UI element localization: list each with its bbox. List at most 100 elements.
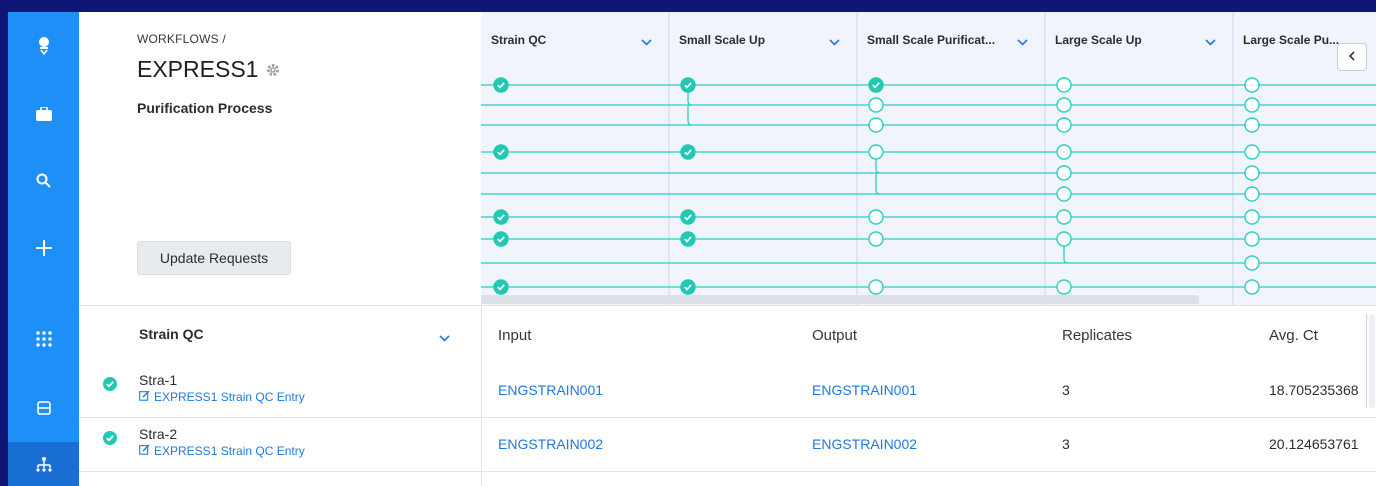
stage-header-2[interactable]: Small Scale Up: [679, 12, 857, 68]
pending-node[interactable]: [1056, 144, 1072, 160]
workflow-title-text: EXPRESS1: [137, 56, 259, 82]
results-table: Input Output Replicates Avg. Ct ENGSTRAI…: [481, 306, 1376, 486]
column-header-avg-ct[interactable]: Avg. Ct: [1269, 327, 1318, 344]
pending-node[interactable]: [1244, 279, 1260, 295]
chevron-down-icon: [1017, 35, 1028, 49]
pending-node[interactable]: [868, 279, 884, 295]
sidebar-item-home[interactable]: [8, 24, 79, 68]
strain-row[interactable]: Stra-2 EXPRESS1 Strain QC Entry: [79, 418, 481, 472]
pending-node[interactable]: [1056, 165, 1072, 181]
edit-icon: [139, 390, 150, 404]
output-cell[interactable]: ENGSTRAIN002: [812, 436, 917, 452]
completed-node[interactable]: [493, 231, 509, 247]
input-cell[interactable]: ENGSTRAIN002: [498, 436, 603, 452]
check-circle-icon: [103, 377, 117, 396]
sidebar-item-create[interactable]: [8, 226, 79, 270]
pending-node[interactable]: [1056, 97, 1072, 113]
pending-node[interactable]: [1056, 231, 1072, 247]
sidebar-item-search[interactable]: [8, 158, 79, 202]
workflow-branch-connector: [687, 105, 693, 126]
briefcase-icon: [35, 107, 52, 121]
sidebar-item-projects[interactable]: [8, 92, 79, 136]
workflow-subtitle: Purification Process: [137, 100, 273, 116]
table-row[interactable]: ENGSTRAIN002 ENGSTRAIN002 3 20.124653761: [482, 418, 1376, 472]
pending-node[interactable]: [868, 117, 884, 133]
pending-node[interactable]: [868, 97, 884, 113]
completed-node[interactable]: [493, 209, 509, 225]
replicates-cell: 3: [1062, 436, 1070, 452]
apps-grid-icon: [35, 331, 52, 347]
pending-node[interactable]: [1244, 209, 1260, 225]
stage-panel: Strain QC Stra-1 EXPRESS1 Strain QC Entr…: [79, 306, 481, 486]
pending-node[interactable]: [1056, 279, 1072, 295]
pending-node[interactable]: [1244, 255, 1260, 271]
graph-horizontal-scrollbar[interactable]: [481, 295, 1199, 304]
completed-node[interactable]: [493, 144, 509, 160]
pending-node[interactable]: [1056, 209, 1072, 225]
pending-node[interactable]: [1244, 117, 1260, 133]
workflow-tree-icon: [35, 456, 52, 472]
completed-node[interactable]: [680, 209, 696, 225]
pending-node[interactable]: [868, 231, 884, 247]
stage-header-3[interactable]: Small Scale Purificat...: [867, 12, 1045, 68]
column-header-replicates[interactable]: Replicates: [1062, 327, 1132, 344]
pending-node[interactable]: [868, 209, 884, 225]
collapse-graph-button[interactable]: [1337, 43, 1367, 71]
plus-icon: [35, 240, 52, 256]
stage-header-1[interactable]: Strain QC: [491, 12, 669, 68]
completed-node[interactable]: [680, 144, 696, 160]
gear-icon[interactable]: [266, 63, 280, 77]
output-cell[interactable]: ENGSTRAIN001: [812, 382, 917, 398]
input-cell[interactable]: ENGSTRAIN001: [498, 382, 603, 398]
pending-node[interactable]: [1244, 97, 1260, 113]
pending-node[interactable]: [1056, 77, 1072, 93]
pending-node[interactable]: [1056, 117, 1072, 133]
scrollbar-thumb[interactable]: [1369, 314, 1375, 408]
stage-header-label: Strain QC: [491, 33, 547, 47]
pending-node[interactable]: [868, 144, 884, 160]
pending-node[interactable]: [1244, 186, 1260, 202]
edit-icon: [139, 444, 150, 458]
strain-entry-link[interactable]: EXPRESS1 Strain QC Entry: [139, 444, 305, 458]
completed-node[interactable]: [493, 279, 509, 295]
pending-node[interactable]: [1244, 77, 1260, 93]
sidebar-item-inventory[interactable]: [8, 386, 79, 430]
completed-node[interactable]: [493, 77, 509, 93]
breadcrumb[interactable]: WORKFLOWS /: [137, 32, 226, 46]
replicates-cell: 3: [1062, 382, 1070, 398]
stage-header-label: Large Scale Pu...: [1243, 33, 1340, 47]
column-header-output[interactable]: Output: [812, 327, 857, 344]
robot-icon: [36, 36, 52, 56]
completed-node[interactable]: [680, 279, 696, 295]
chevron-left-icon: [1348, 48, 1356, 66]
chevron-down-icon: [641, 35, 652, 49]
sidebar: [8, 12, 79, 486]
table-vertical-scrollbar[interactable]: [1366, 314, 1376, 408]
stage-header-label: Large Scale Up: [1055, 33, 1142, 47]
chevron-down-icon[interactable]: [439, 329, 450, 347]
strain-name: Stra-2: [139, 426, 178, 442]
workflow-app: WORKFLOWS / EXPRESS1 Purification Proces…: [79, 12, 1376, 486]
pending-node[interactable]: [1244, 144, 1260, 160]
strain-name: Stra-1: [139, 372, 178, 388]
sidebar-item-workflows[interactable]: [8, 442, 79, 486]
completed-node[interactable]: [680, 77, 696, 93]
stage-header-label: Small Scale Up: [679, 33, 766, 47]
completed-node[interactable]: [680, 231, 696, 247]
sidebar-item-apps[interactable]: [8, 317, 79, 361]
strain-row[interactable]: Stra-1 EXPRESS1 Strain QC Entry: [79, 364, 481, 418]
strain-entry-link[interactable]: EXPRESS1 Strain QC Entry: [139, 390, 305, 404]
pending-node[interactable]: [1244, 165, 1260, 181]
workflow-branch-connector: [875, 173, 881, 195]
pending-node[interactable]: [1056, 186, 1072, 202]
table-row[interactable]: ENGSTRAIN001 ENGSTRAIN001 3 18.705235368: [482, 364, 1376, 418]
pending-node[interactable]: [1244, 231, 1260, 247]
completed-node[interactable]: [868, 77, 884, 93]
page-title: EXPRESS1: [137, 56, 280, 83]
stage-header-4[interactable]: Large Scale Up: [1055, 12, 1233, 68]
avg-ct-cell: 20.124653761: [1269, 436, 1359, 452]
check-circle-icon: [103, 431, 117, 450]
column-header-input[interactable]: Input: [498, 327, 531, 344]
update-requests-button[interactable]: Update Requests: [137, 241, 291, 275]
workflow-header: WORKFLOWS / EXPRESS1 Purification Proces…: [79, 12, 481, 306]
